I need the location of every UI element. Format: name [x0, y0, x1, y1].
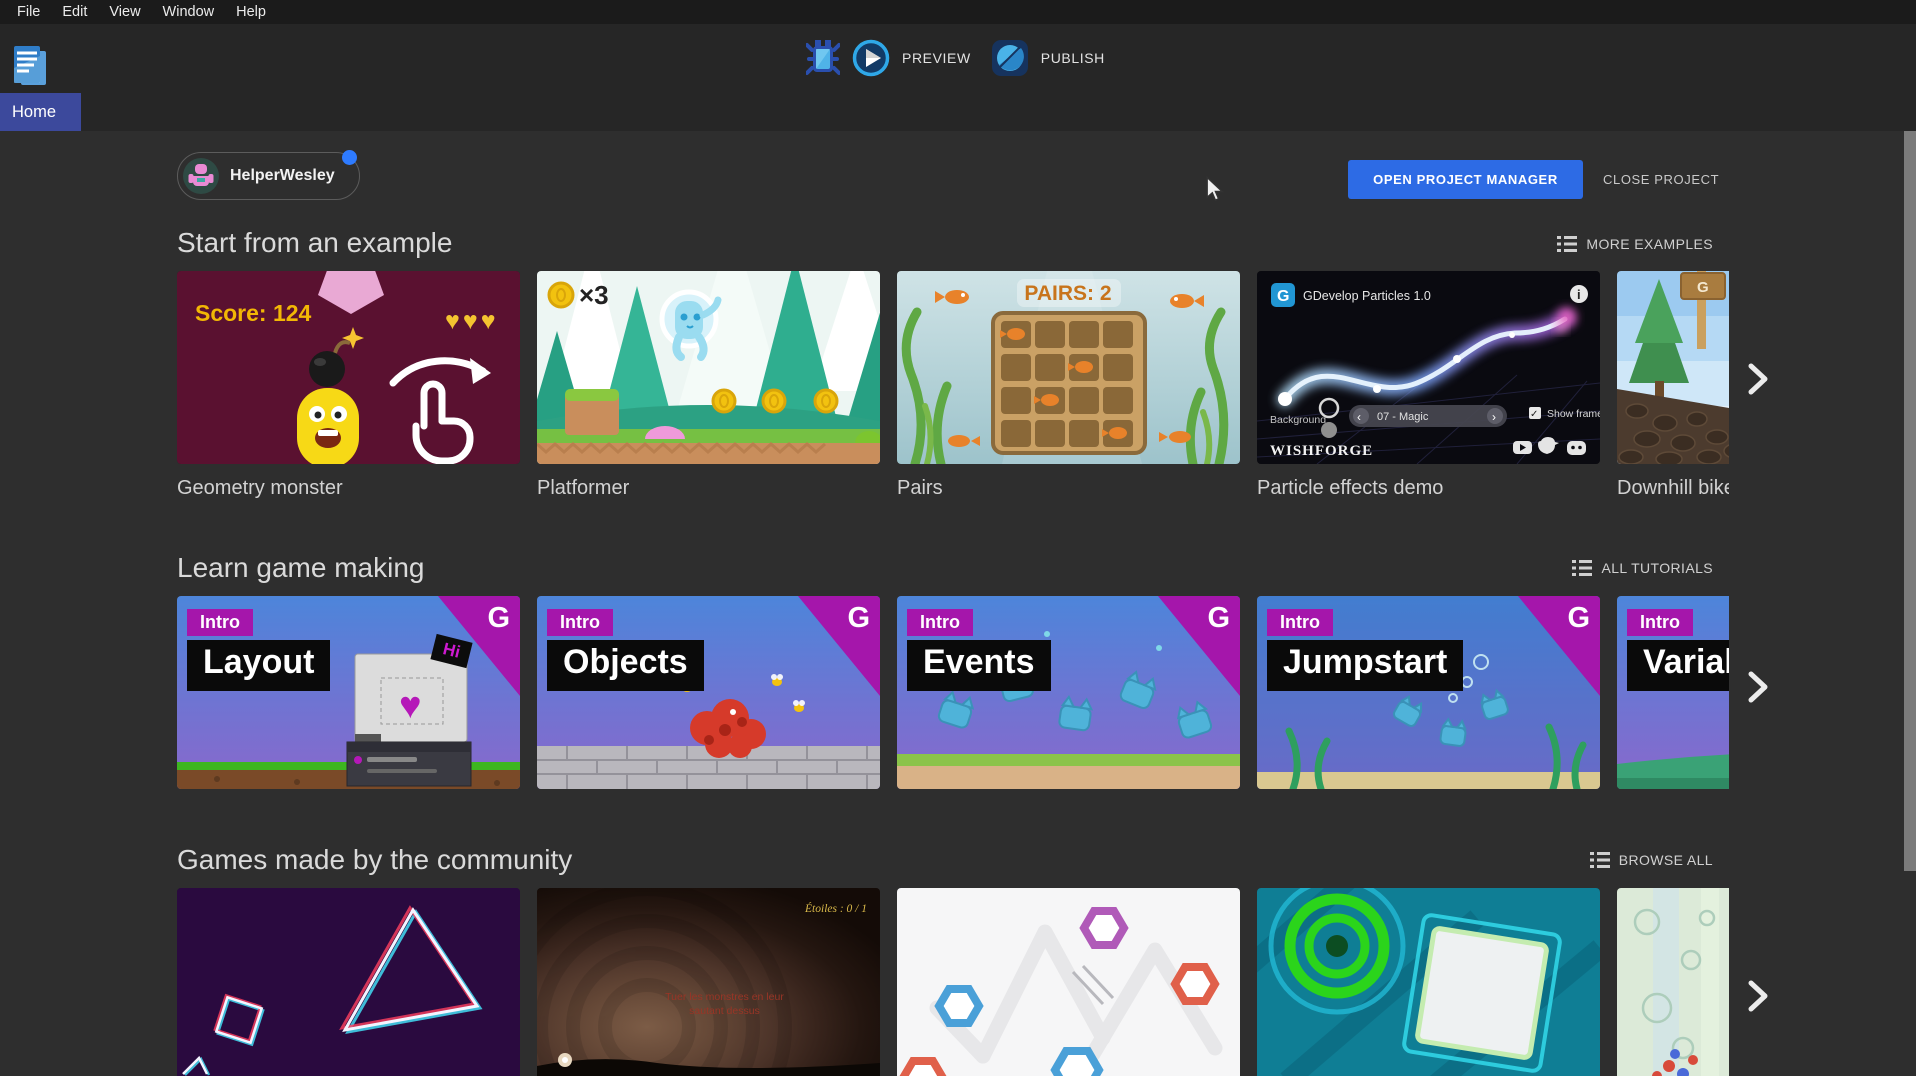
community-carousel: Étoiles : 0 / 1 Tuer les monstres en leu…	[177, 888, 1729, 1076]
score-label: Score: 124	[195, 300, 312, 326]
tutorial-title: Objects	[547, 640, 704, 691]
example-card-geometry-monster[interactable]: Score: 124 ♥♥♥	[177, 271, 520, 500]
community-next-button[interactable]	[1740, 973, 1776, 1019]
menu-item-help[interactable]: Help	[225, 2, 277, 22]
tutorial-title: Jumpstart	[1267, 640, 1463, 691]
example-card-pairs[interactable]: PAIRS: 2	[897, 271, 1240, 500]
community-section-title: Games made by the community	[177, 844, 572, 876]
game-caption: Tuer les monstres en leur sautant dessus	[652, 990, 797, 1018]
card-title: Platformer	[537, 477, 880, 500]
browse-all-link[interactable]: BROWSE ALL	[1590, 852, 1713, 868]
tutorial-title: Events	[907, 640, 1051, 691]
tutorials-carousel: ♥ Intro Layout G Hi	[177, 596, 1729, 789]
more-examples-label: MORE EXAMPLES	[1586, 236, 1713, 252]
tutorial-card-layout[interactable]: ♥ Intro Layout G Hi	[177, 596, 520, 789]
toolbar: PREVIEW PUBLISH Home	[0, 24, 1916, 131]
all-tutorials-label: ALL TUTORIALS	[1601, 560, 1713, 576]
menu-item-file[interactable]: File	[6, 2, 51, 22]
examples-carousel: Score: 124 ♥♥♥	[177, 271, 1729, 503]
intro-tag: Intro	[1627, 609, 1693, 636]
list-icon	[1572, 560, 1592, 576]
svg-text:›: ›	[1492, 410, 1496, 424]
community-card-3[interactable]	[897, 888, 1240, 1076]
publish-globe-icon[interactable]	[991, 39, 1029, 77]
menu-item-window[interactable]: Window	[152, 2, 226, 22]
tutorial-title: Layout	[187, 640, 330, 691]
example-card-downhill-bike[interactable]: G Downhill bike racing	[1617, 271, 1729, 500]
card-title: Particle effects demo	[1257, 477, 1600, 500]
username: HelperWesley	[230, 167, 335, 185]
intro-tag: Intro	[547, 609, 613, 636]
tutorial-card-objects[interactable]: Intro Objects G	[537, 596, 880, 789]
tab-home[interactable]: Home	[0, 93, 81, 131]
gdevelop-logo-icon: G	[487, 602, 510, 635]
list-icon	[1557, 236, 1577, 252]
chevron-right-icon	[1747, 362, 1769, 396]
community-card-2[interactable]: Étoiles : 0 / 1 Tuer les monstres en leu…	[537, 888, 880, 1076]
pairs-score-label: PAIRS: 2	[1024, 282, 1111, 305]
list-icon	[1590, 852, 1610, 868]
card-title: Downhill bike racing	[1617, 477, 1729, 500]
mouse-cursor-icon	[1205, 176, 1225, 203]
community-card-5[interactable]	[1617, 888, 1729, 1076]
project-manager-icon[interactable]	[12, 44, 48, 88]
examples-section-title: Start from an example	[177, 227, 452, 259]
preview-play-icon[interactable]	[852, 39, 890, 77]
svg-text:✓: ✓	[1530, 409, 1538, 420]
tutorial-card-jumpstart[interactable]: Intro Jumpstart G	[1257, 596, 1600, 789]
intro-tag: Intro	[907, 609, 973, 636]
community-card-4[interactable]	[1257, 888, 1600, 1076]
tutorial-card-variables[interactable]: +1 Intro Variables G	[1617, 596, 1729, 789]
wishforge-logo: WISHFORGE	[1270, 443, 1373, 459]
notification-dot-icon	[342, 150, 357, 165]
particles-title: GDevelop Particles 1.0	[1303, 289, 1431, 303]
svg-text:i: i	[1577, 287, 1581, 302]
example-card-platformer[interactable]: ×3 Platformer	[537, 271, 880, 500]
close-project-button[interactable]: CLOSE PROJECT	[1597, 160, 1725, 199]
gdevelop-logo-icon: G	[1567, 602, 1590, 635]
tutorial-card-events[interactable]: Intro Events G	[897, 596, 1240, 789]
menu-item-view[interactable]: View	[98, 2, 151, 22]
publish-label[interactable]: PUBLISH	[1041, 50, 1105, 66]
svg-text:G: G	[1697, 279, 1709, 296]
intro-tag: Intro	[1267, 609, 1333, 636]
gdevelop-logo-icon: G	[1207, 602, 1230, 635]
menu-item-edit[interactable]: Edit	[51, 2, 98, 22]
hearts-icon: ♥♥♥	[445, 307, 499, 335]
chevron-right-icon	[1747, 670, 1769, 704]
account-chip[interactable]: HelperWesley	[177, 152, 360, 200]
community-card-1[interactable]	[177, 888, 520, 1076]
example-card-particle-effects[interactable]: G GDevelop Particles 1.0 i Background ‹ …	[1257, 271, 1600, 500]
card-title: Pairs	[897, 477, 1240, 500]
tutorials-section-title: Learn game making	[177, 552, 424, 584]
vertical-scrollbar[interactable]	[1904, 131, 1916, 871]
gdevelop-window: File Edit View Window Help	[0, 0, 1916, 1076]
show-frame-label: Show frame	[1547, 408, 1600, 420]
all-tutorials-link[interactable]: ALL TUTORIALS	[1572, 560, 1713, 576]
preview-label[interactable]: PREVIEW	[902, 50, 971, 66]
avatar	[183, 158, 219, 194]
debug-icon[interactable]	[806, 38, 840, 78]
background-label: Background	[1270, 414, 1326, 426]
intro-tag: Intro	[187, 609, 253, 636]
examples-next-button[interactable]	[1740, 356, 1776, 402]
card-title: Geometry monster	[177, 477, 520, 500]
tutorials-next-button[interactable]	[1740, 664, 1776, 710]
svg-text:G: G	[1277, 288, 1289, 305]
chevron-right-icon	[1747, 979, 1769, 1013]
browse-all-label: BROWSE ALL	[1619, 852, 1713, 868]
svg-text:‹: ‹	[1357, 410, 1361, 424]
coin-count-label: ×3	[579, 280, 609, 310]
gdevelop-logo-icon: G	[847, 602, 870, 635]
more-examples-link[interactable]: MORE EXAMPLES	[1557, 236, 1713, 252]
svg-text:♥: ♥	[399, 685, 422, 727]
menu-bar: File Edit View Window Help	[0, 0, 1916, 24]
discord-icon	[1567, 441, 1586, 455]
tutorial-title: Variables	[1627, 640, 1729, 691]
etoiles-hud: Étoiles : 0 / 1	[804, 901, 867, 915]
preset-label: 07 - Magic	[1377, 411, 1429, 423]
open-project-manager-button[interactable]: OPEN PROJECT MANAGER	[1348, 160, 1583, 199]
